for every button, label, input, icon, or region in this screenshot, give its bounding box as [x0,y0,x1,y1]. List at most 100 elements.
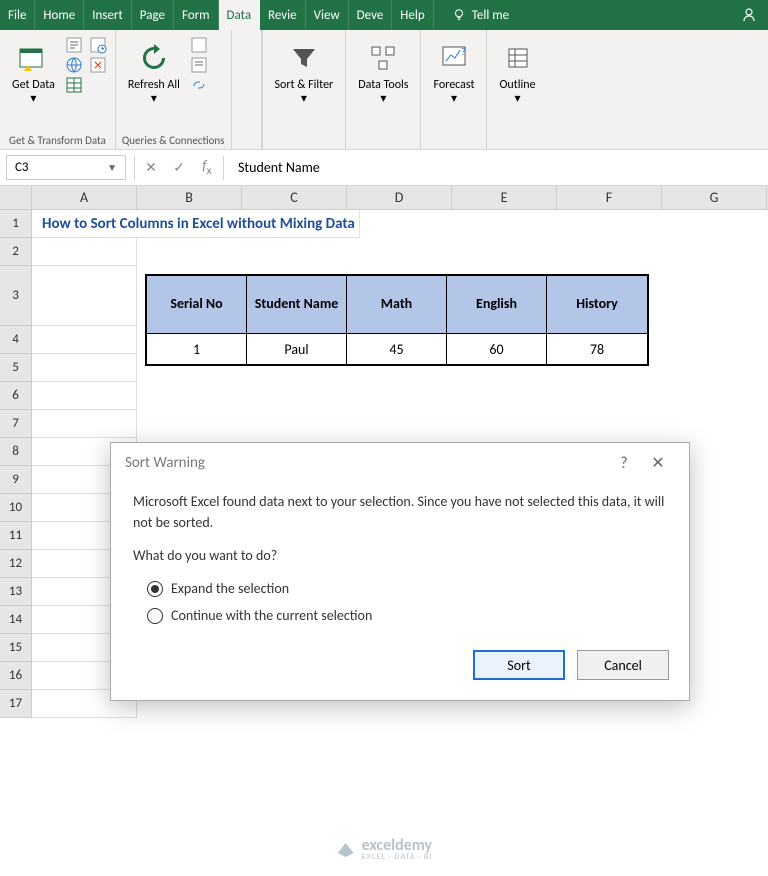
forecast-button[interactable]: ? Forecast ▾ [427,34,480,111]
row-header[interactable]: 4 [0,326,32,354]
existing-conn-icon[interactable] [89,56,107,74]
row-header[interactable]: 6 [0,382,32,410]
cancel-formula-icon[interactable]: ✕ [137,159,165,176]
row-header[interactable]: 9 [0,466,32,494]
refresh-label: Refresh All [128,78,180,92]
table-header[interactable]: Serial No [147,276,247,334]
chevron-down-icon: ▾ [380,92,386,106]
row-header[interactable]: 2 [0,238,32,266]
tab-formulas[interactable]: Form [174,0,219,30]
row-header[interactable]: 10 [0,494,32,522]
row-header[interactable]: 12 [0,550,32,578]
group-data-tools: Data Tools ▾ [346,30,421,149]
tab-view[interactable]: View [306,0,349,30]
table-header[interactable]: History [547,276,647,334]
table-cell[interactable]: 78 [547,334,647,364]
watermark-sub: EXCEL · DATA · BI [362,852,433,862]
row-header[interactable]: 5 [0,354,32,382]
data-table: Serial No Student Name Math English Hist… [145,274,649,366]
tell-me[interactable]: Tell me [442,0,519,30]
col-header-e[interactable]: E [452,186,557,209]
radio-label: Continue with the current selection [171,605,372,626]
tab-insert[interactable]: Insert [84,0,132,30]
formula-input[interactable] [226,153,768,182]
row-header[interactable]: 15 [0,634,32,662]
row-header[interactable]: 8 [0,438,32,466]
group-outline: Outline ▾ [487,30,547,149]
group-get-transform-label: Get & Transform Data [6,132,109,149]
row-header[interactable]: 13 [0,578,32,606]
group-forecast: ? Forecast ▾ [421,30,487,149]
tab-help[interactable]: Help [392,0,433,30]
share-button[interactable] [730,0,768,30]
table-header[interactable]: Math [347,276,447,334]
table-header[interactable]: English [447,276,547,334]
from-table-icon[interactable] [65,76,83,94]
chevron-down-icon: ▾ [30,92,36,106]
get-data-button[interactable]: Get Data ▾ [6,34,61,111]
select-all-corner[interactable] [0,186,32,209]
table-cell[interactable]: 45 [347,334,447,364]
table-cell[interactable]: 1 [147,334,247,364]
col-header-c[interactable]: C [242,186,347,209]
sort-button[interactable]: Sort [473,650,565,680]
radio-continue-selection[interactable]: Continue with the current selection [147,605,667,626]
recent-sources-icon[interactable] [89,36,107,54]
dialog-close-button[interactable]: ✕ [641,453,675,473]
properties-icon[interactable] [190,56,208,74]
chevron-down-icon: ▾ [301,92,307,106]
row-header[interactable]: 11 [0,522,32,550]
row-header[interactable]: 3 [0,266,32,326]
lightbulb-icon [452,8,466,22]
data-tools-button[interactable]: Data Tools ▾ [352,34,414,111]
tab-home[interactable]: Home [35,0,84,30]
radio-expand-selection[interactable]: Expand the selection [147,578,667,599]
logo-icon [336,839,356,859]
outline-icon [503,43,533,73]
row-header[interactable]: 1 [0,210,32,238]
col-header-f[interactable]: F [557,186,662,209]
data-tools-label: Data Tools [358,78,408,92]
watermark: exceldemy EXCEL · DATA · BI [336,836,433,862]
accept-formula-icon[interactable]: ✓ [165,159,193,176]
cancel-button[interactable]: Cancel [577,650,669,680]
group-queries: Refresh All ▾ Queries & Connections [116,30,232,149]
row-header[interactable]: 17 [0,690,32,718]
radio-icon [147,608,163,624]
radio-icon [147,581,163,597]
tab-data[interactable]: Data [219,0,261,30]
sort-filter-label: Sort & Filter [275,78,334,92]
tab-developer[interactable]: Deve [349,0,393,30]
from-text-icon[interactable] [65,36,83,54]
edit-links-icon[interactable] [190,76,208,94]
name-box[interactable]: C3 ▼ [6,155,126,180]
sort-filter-button[interactable]: Sort & Filter ▾ [269,34,340,111]
table-header[interactable]: Student Name [247,276,347,334]
col-header-d[interactable]: D [347,186,452,209]
tab-page[interactable]: Page [132,0,174,30]
group-sort-filter: Sort & Filter ▾ [262,30,347,149]
sort-warning-dialog: Sort Warning ? ✕ Microsoft Excel found d… [110,442,690,701]
row-header[interactable]: 16 [0,662,32,690]
refresh-icon [137,41,171,75]
col-header-g[interactable]: G [662,186,767,209]
queries-icon[interactable] [190,36,208,54]
tab-file[interactable]: File [0,0,35,30]
table-cell[interactable]: 60 [447,334,547,364]
tab-review[interactable]: Revie [260,0,306,30]
from-web-icon[interactable] [65,56,83,74]
table-cell[interactable]: Paul [247,334,347,364]
dialog-help-button[interactable]: ? [607,454,641,473]
ribbon-body: Get Data ▾ Get & Transform Data Refresh … [0,30,768,150]
dialog-message: Microsoft Excel found data next to your … [133,491,667,533]
fx-icon[interactable]: fx [193,157,221,178]
radio-label: Expand the selection [171,578,289,599]
outline-button[interactable]: Outline ▾ [493,34,541,111]
formula-bar: C3 ▼ ✕ ✓ fx [0,150,768,186]
col-header-a[interactable]: A [32,186,137,209]
row-header[interactable]: 14 [0,606,32,634]
col-header-b[interactable]: B [137,186,242,209]
chevron-down-icon: ▾ [451,92,457,106]
row-header[interactable]: 7 [0,410,32,438]
refresh-all-button[interactable]: Refresh All ▾ [122,34,186,111]
